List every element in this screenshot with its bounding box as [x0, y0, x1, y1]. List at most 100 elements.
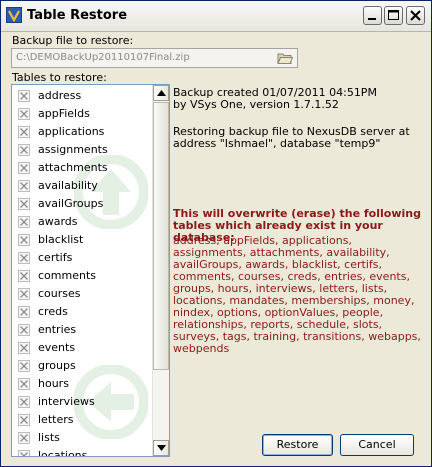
checkbox[interactable] — [18, 216, 30, 228]
restore-button[interactable]: Restore — [262, 434, 333, 456]
table-name: assignments — [38, 143, 108, 156]
scroll-down-button[interactable] — [153, 440, 169, 456]
table-name: creds — [38, 305, 68, 318]
scroll-thumb[interactable] — [153, 102, 169, 370]
app-icon — [6, 7, 22, 23]
list-item[interactable]: availGroups — [12, 195, 154, 213]
checkmark-icon — [20, 200, 28, 208]
folder-open-icon[interactable] — [275, 50, 295, 66]
table-name: hours — [38, 377, 69, 390]
list-item[interactable]: appFields — [12, 105, 154, 123]
table-name: lists — [38, 431, 60, 444]
checkbox[interactable] — [18, 450, 30, 456]
list-item[interactable]: attachments — [12, 159, 154, 177]
list-item[interactable]: address — [12, 87, 154, 105]
checkbox[interactable] — [18, 378, 30, 390]
checkbox[interactable] — [18, 324, 30, 336]
list-scrollbar[interactable] — [152, 85, 169, 456]
checkbox[interactable] — [18, 90, 30, 102]
checkbox[interactable] — [18, 144, 30, 156]
checkmark-icon — [20, 398, 28, 406]
minimize-button[interactable] — [363, 6, 382, 25]
table-name: groups — [38, 359, 76, 372]
checkbox[interactable] — [18, 108, 30, 120]
close-button[interactable] — [406, 6, 425, 25]
checkmark-icon — [20, 128, 28, 136]
checkbox[interactable] — [18, 396, 30, 408]
checkbox[interactable] — [18, 342, 30, 354]
table-name: entries — [38, 323, 77, 336]
list-item[interactable]: interviews — [12, 393, 154, 411]
checkmark-icon — [20, 452, 28, 456]
table-name: address — [38, 89, 82, 102]
table-name: availability — [38, 179, 98, 192]
list-item[interactable]: blacklist — [12, 231, 154, 249]
checkbox[interactable] — [18, 162, 30, 174]
checkmark-icon — [20, 146, 28, 154]
restore-button-label: Restore — [276, 438, 319, 451]
table-name: availGroups — [38, 197, 104, 210]
list-item[interactable]: lists — [12, 429, 154, 447]
checkmark-icon — [20, 290, 28, 298]
checkbox[interactable] — [18, 288, 30, 300]
table-name: interviews — [38, 395, 95, 408]
cancel-button-label: Cancel — [358, 438, 396, 451]
checkbox[interactable] — [18, 234, 30, 246]
checkbox[interactable] — [18, 270, 30, 282]
checkmark-icon — [20, 326, 28, 334]
list-item[interactable]: availability — [12, 177, 154, 195]
checkbox[interactable] — [18, 126, 30, 138]
checkbox[interactable] — [18, 180, 30, 192]
checkbox[interactable] — [18, 306, 30, 318]
backup-info: Backup created 01/07/2011 04:51PM by VSy… — [173, 87, 425, 150]
title-bar[interactable]: Table Restore — [1, 1, 431, 32]
tables-list[interactable]: address appFields applications assignments a… — [11, 84, 170, 457]
list-item[interactable]: assignments — [12, 141, 154, 159]
checkbox[interactable] — [18, 432, 30, 444]
backup-file-field[interactable]: C:\DEMOBackUp20110107Final.zip — [11, 48, 298, 68]
table-name: blacklist — [38, 233, 84, 246]
table-restore-dialog: Table Restore Backup file to restore: C:… — [0, 0, 432, 467]
checkmark-icon — [20, 272, 28, 280]
checkbox[interactable] — [18, 198, 30, 210]
maximize-button[interactable] — [384, 6, 403, 25]
checkbox[interactable] — [18, 414, 30, 426]
checkmark-icon — [20, 110, 28, 118]
list-item[interactable]: awards — [12, 213, 154, 231]
restore-database-text: address "Ishmael", database "temp9" — [173, 137, 381, 150]
list-item[interactable]: hours — [12, 375, 154, 393]
checkmark-icon — [20, 434, 28, 442]
minimize-icon — [368, 18, 376, 20]
backup-file-label: Backup file to restore: — [12, 34, 134, 47]
list-item[interactable]: applications — [12, 123, 154, 141]
checkmark-icon — [20, 92, 28, 100]
list-item[interactable]: courses — [12, 285, 154, 303]
table-name: locations — [38, 449, 88, 457]
backup-version-text: by VSys One, version 1.7.1.52 — [173, 98, 339, 111]
list-item[interactable]: entries — [12, 321, 154, 339]
table-name: events — [38, 341, 76, 354]
list-item[interactable]: creds — [12, 303, 154, 321]
list-item[interactable]: certifs — [12, 249, 154, 267]
close-icon — [410, 10, 421, 21]
tables-label: Tables to restore: — [12, 71, 107, 84]
checkmark-icon — [20, 308, 28, 316]
table-name: applications — [38, 125, 105, 138]
cancel-button[interactable]: Cancel — [340, 434, 414, 456]
maximize-icon — [388, 10, 399, 20]
list-item[interactable]: locations — [12, 447, 154, 457]
table-name: comments — [38, 269, 96, 282]
overwrite-tables-list: address, appFields, applications, assign… — [173, 234, 421, 355]
list-item[interactable]: groups — [12, 357, 154, 375]
table-name: appFields — [38, 107, 90, 120]
list-item[interactable]: events — [12, 339, 154, 357]
checkmark-icon — [20, 182, 28, 190]
arrow-up-icon — [157, 90, 166, 96]
checkbox[interactable] — [18, 360, 30, 372]
scroll-up-button[interactable] — [153, 85, 169, 101]
checkmark-icon — [20, 164, 28, 172]
list-item[interactable]: letters — [12, 411, 154, 429]
list-item[interactable]: comments — [12, 267, 154, 285]
table-name: letters — [38, 413, 74, 426]
checkbox[interactable] — [18, 252, 30, 264]
